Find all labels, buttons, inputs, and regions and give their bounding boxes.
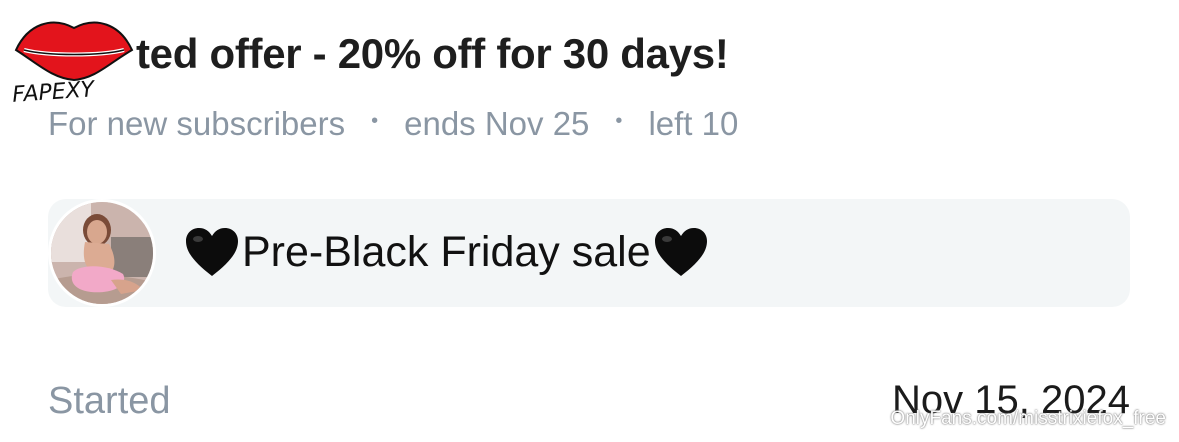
offer-ends: ends Nov 25: [404, 105, 590, 142]
started-label: Started: [48, 380, 171, 422]
avatar-image: [51, 202, 153, 304]
offer-audience: For new subscribers: [48, 105, 346, 142]
fapexy-logo: FAPEXY: [8, 10, 140, 106]
separator-dot: •: [615, 109, 623, 132]
avatar[interactable]: [48, 199, 156, 307]
offer-remaining: left 10: [648, 105, 739, 142]
watermark: OnlyFans.com/misstrixiefox_free: [890, 408, 1166, 429]
offer-meta: For new subscribers • ends Nov 25 • left…: [48, 105, 738, 143]
lips-logo-icon: FAPEXY: [11, 21, 134, 106]
campaign-message: Pre-Black Friday sale: [182, 226, 711, 278]
svg-text:FAPEXY: FAPEXY: [11, 77, 96, 106]
separator-dot: •: [371, 109, 379, 132]
black-heart-icon: [653, 226, 709, 278]
offer-title: ted offer - 20% off for 30 days!: [136, 30, 729, 77]
campaign-message-text: Pre-Black Friday sale: [242, 227, 651, 276]
black-heart-icon: [184, 226, 240, 278]
